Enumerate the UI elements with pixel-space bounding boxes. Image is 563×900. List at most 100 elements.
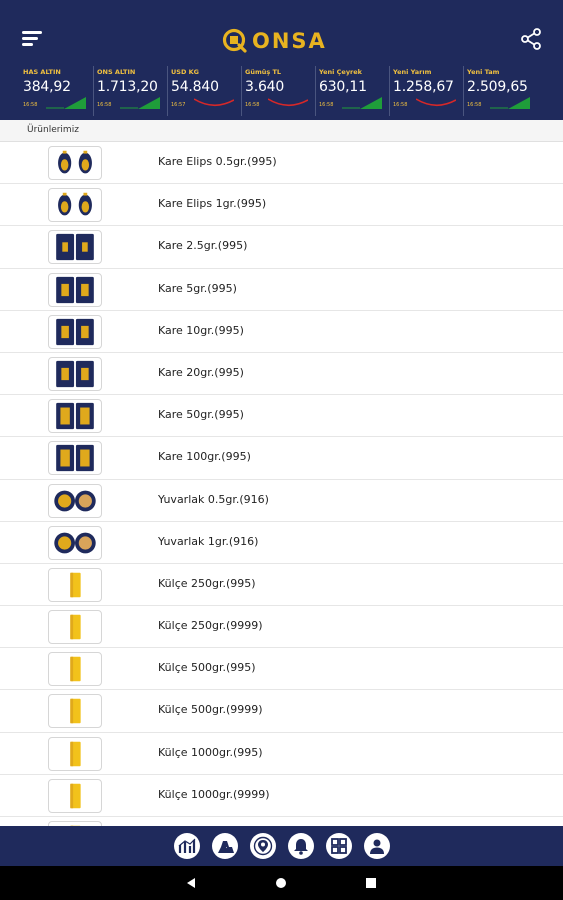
product-row[interactable]: Kare 20gr.(995) bbox=[0, 353, 563, 396]
product-thumbnail bbox=[48, 694, 102, 729]
ticker-time: 16:58 bbox=[245, 102, 260, 108]
bottom-navigation bbox=[0, 826, 563, 866]
ticker-time: 16:58 bbox=[467, 102, 482, 108]
gold-bars-icon[interactable] bbox=[211, 833, 238, 859]
product-name: Kare Elips 0.5gr.(995) bbox=[158, 155, 277, 168]
trend-down-icon bbox=[416, 98, 456, 107]
product-thumbnail bbox=[48, 778, 102, 813]
product-row[interactable]: Külçe 250gr.(9999) bbox=[0, 606, 563, 649]
trend-up-icon bbox=[120, 97, 160, 109]
product-row[interactable]: Külçe 500gr.(9999) bbox=[0, 690, 563, 733]
ticker-label: USD KG bbox=[171, 68, 199, 76]
product-row[interactable]: Kare 2.5gr.(995) bbox=[0, 226, 563, 269]
ticker-label: Yeni Çeyrek bbox=[319, 68, 362, 76]
product-name: Külçe 250gr.(9999) bbox=[158, 619, 263, 633]
ticker-value: 384,92 bbox=[23, 79, 71, 95]
product-thumbnail bbox=[48, 272, 102, 307]
ticker-label: HAS ALTIN bbox=[23, 68, 61, 76]
app-logo: ONSA bbox=[222, 26, 327, 56]
android-system-bar bbox=[0, 866, 563, 900]
back-icon[interactable] bbox=[184, 876, 198, 890]
product-name: Kare 10gr.(995) bbox=[158, 323, 244, 337]
ticker-item[interactable]: Gümüş TL 3.640 16:58 bbox=[242, 66, 316, 116]
ticker-item[interactable]: Yeni Yarım 1.258,67 16:58 bbox=[390, 66, 464, 116]
location-pin-icon[interactable] bbox=[249, 833, 276, 859]
grid-icon[interactable] bbox=[325, 833, 352, 859]
product-row[interactable] bbox=[0, 817, 563, 826]
product-name: Külçe 250gr.(995) bbox=[158, 576, 256, 590]
ticker-value: 1.258,67 bbox=[393, 79, 454, 95]
product-row[interactable]: Kare Elips 0.5gr.(995) bbox=[0, 142, 563, 185]
ticker-label: Gümüş TL bbox=[245, 68, 282, 76]
bell-icon[interactable] bbox=[287, 833, 314, 859]
ticker-time: 16:57 bbox=[171, 102, 186, 108]
product-list[interactable]: Kare Elips 0.5gr.(995) Kare Elips 1gr.(99… bbox=[0, 142, 563, 826]
product-thumbnail bbox=[48, 230, 102, 265]
product-row[interactable]: Kare 50gr.(995) bbox=[0, 395, 563, 438]
product-row[interactable]: Külçe 250gr.(995) bbox=[0, 564, 563, 607]
product-row[interactable]: Kare Elips 1gr.(995) bbox=[0, 184, 563, 227]
trend-up-icon bbox=[46, 97, 86, 109]
product-name: Külçe 500gr.(995) bbox=[158, 661, 256, 675]
section-header: Ürünlerimiz bbox=[0, 120, 563, 142]
user-icon[interactable] bbox=[363, 833, 390, 859]
ticker-time: 16:58 bbox=[97, 102, 112, 108]
trend-down-icon bbox=[194, 98, 234, 107]
product-name: Kare 5gr.(995) bbox=[158, 281, 237, 295]
top-header: ONSA HAS ALTIN 384,92 16:58 ONS ALTIN 1.713,… bbox=[0, 0, 563, 120]
product-name: Kare 2.5gr.(995) bbox=[158, 239, 248, 253]
product-thumbnail bbox=[48, 188, 102, 223]
product-name: Yuvarlak 1gr.(916) bbox=[158, 534, 259, 548]
ticker-item[interactable]: Yeni Çeyrek 630,11 16:58 bbox=[316, 66, 390, 116]
ticker-value: 1.713,20 bbox=[97, 79, 158, 95]
product-name: Kare Elips 1gr.(995) bbox=[158, 197, 267, 211]
ticker-item[interactable]: USD KG 54.840 16:57 bbox=[168, 66, 242, 116]
ticker-value: 630,11 bbox=[319, 79, 367, 95]
product-row[interactable]: Külçe 1000gr.(995) bbox=[0, 733, 563, 775]
onsa-logo-icon bbox=[222, 28, 247, 53]
product-row[interactable]: Kare 100gr.(995) bbox=[0, 437, 563, 480]
product-thumbnail bbox=[48, 736, 102, 771]
app-screen: ONSA HAS ALTIN 384,92 16:58 ONS ALTIN 1.713,… bbox=[0, 0, 563, 900]
home-icon[interactable] bbox=[274, 876, 288, 890]
hamburger-menu-icon[interactable] bbox=[18, 26, 48, 52]
product-thumbnail bbox=[48, 356, 102, 391]
product-name: Kare 50gr.(995) bbox=[158, 408, 244, 422]
ticker-time: 16:58 bbox=[319, 102, 334, 108]
recent-apps-icon[interactable] bbox=[364, 876, 378, 890]
product-row[interactable]: Külçe 1000gr.(9999) bbox=[0, 775, 563, 817]
chart-icon[interactable] bbox=[173, 833, 200, 859]
ticker-item[interactable]: Yeni Tam 2.509,65 16:58 bbox=[464, 66, 538, 116]
product-name: Yuvarlak 0.5gr.(916) bbox=[158, 492, 269, 506]
product-row[interactable]: Yuvarlak 0.5gr.(916) bbox=[0, 480, 563, 522]
product-name: Külçe 1000gr.(995) bbox=[158, 745, 263, 759]
ticker-time: 16:58 bbox=[23, 102, 38, 108]
product-row[interactable]: Yuvarlak 1gr.(916) bbox=[0, 522, 563, 564]
ticker-label: Yeni Yarım bbox=[393, 68, 432, 76]
trend-up-icon bbox=[342, 97, 382, 109]
product-thumbnail bbox=[48, 314, 102, 349]
price-ticker: HAS ALTIN 384,92 16:58 ONS ALTIN 1.713,20 16:… bbox=[20, 66, 538, 116]
product-thumbnail bbox=[48, 483, 102, 518]
product-thumbnail bbox=[48, 567, 102, 602]
product-name: Kare 100gr.(995) bbox=[158, 450, 251, 464]
ticker-value: 2.509,65 bbox=[467, 79, 528, 95]
product-name: Külçe 500gr.(9999) bbox=[158, 703, 263, 717]
product-row[interactable]: Kare 10gr.(995) bbox=[0, 311, 563, 353]
ticker-item[interactable]: HAS ALTIN 384,92 16:58 bbox=[20, 66, 94, 116]
share-icon[interactable] bbox=[518, 26, 544, 52]
product-row[interactable]: Külçe 500gr.(995) bbox=[0, 648, 563, 691]
trend-up-icon bbox=[490, 97, 530, 109]
app-name: ONSA bbox=[252, 29, 327, 53]
ticker-item[interactable]: ONS ALTIN 1.713,20 16:58 bbox=[94, 66, 168, 116]
ticker-time: 16:58 bbox=[393, 102, 408, 108]
ticker-label: ONS ALTIN bbox=[97, 68, 136, 76]
product-thumbnail bbox=[48, 610, 102, 645]
trend-down-icon bbox=[268, 98, 308, 107]
section-title: Ürünlerimiz bbox=[27, 125, 79, 135]
product-name: Kare 20gr.(995) bbox=[158, 365, 244, 379]
ticker-value: 3.640 bbox=[245, 79, 285, 95]
product-row[interactable]: Kare 5gr.(995) bbox=[0, 269, 563, 311]
product-thumbnail bbox=[48, 399, 102, 434]
product-name: Külçe 1000gr.(9999) bbox=[158, 787, 270, 801]
